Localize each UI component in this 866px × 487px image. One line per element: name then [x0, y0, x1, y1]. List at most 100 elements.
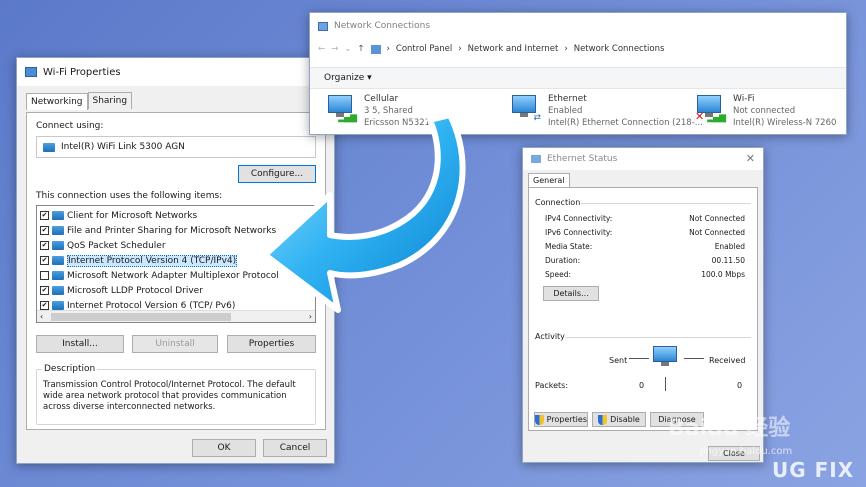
- adapter-name: Intel(R) WiFi Link 5300 AGN: [61, 142, 185, 152]
- ok-button[interactable]: OK: [192, 439, 256, 457]
- description-group: Description Transmission Control Protoco…: [36, 364, 316, 425]
- window-title: Network Connections: [334, 21, 431, 31]
- disable-button[interactable]: Disable: [592, 412, 646, 427]
- packets-label: Packets:: [535, 381, 569, 390]
- received-label: Received: [709, 356, 746, 365]
- uninstall-button[interactable]: Uninstall: [132, 335, 218, 353]
- item-label: Internet Protocol Version 4 (TCP/IPv4): [67, 254, 238, 267]
- control-panel-icon: [370, 44, 381, 54]
- scroll-thumb[interactable]: [51, 313, 231, 321]
- row-label: Speed:: [545, 270, 572, 279]
- tab-sharing[interactable]: Sharing: [87, 92, 133, 109]
- row-label: Duration:: [545, 256, 581, 265]
- sent-label: Sent: [609, 356, 628, 365]
- checkbox[interactable]: ✔: [40, 286, 49, 295]
- connection-status: Enabled: [548, 106, 583, 116]
- activity-section-label: Activity: [535, 332, 565, 341]
- row-value: 00.11.50: [711, 256, 745, 265]
- shield-icon: [535, 414, 544, 425]
- disconnected-icon: ✕: [695, 110, 705, 123]
- status-row: Duration: 00.11.50: [545, 256, 745, 265]
- status-row: IPv4 Connectivity: Not Connected: [545, 214, 745, 223]
- network-activity-icon: [653, 346, 679, 368]
- window-title: Wi-Fi Properties: [43, 66, 121, 78]
- connection-section-label: Connection: [535, 198, 581, 207]
- cancel-button[interactable]: Cancel: [263, 439, 327, 457]
- tab-networking[interactable]: Networking: [26, 93, 88, 110]
- row-label: IPv6 Connectivity:: [545, 228, 613, 237]
- tab-strip: Networking Sharing: [26, 92, 133, 110]
- items-label: This connection uses the following items…: [36, 191, 223, 201]
- network-client-icon: [52, 211, 64, 220]
- forward-icon[interactable]: →: [331, 44, 338, 54]
- adapter-icon: [43, 142, 55, 152]
- connection-wifi[interactable]: ✕ ▂▄▆ Wi-Fi Not connected Intel(R) Wireless…: [695, 93, 836, 129]
- wifi-properties-titlebar[interactable]: Wi-Fi Properties: [17, 58, 334, 86]
- up-icon[interactable]: ↑: [357, 44, 364, 54]
- checkbox[interactable]: ✔: [40, 226, 49, 235]
- curved-arrow-icon: [262, 112, 466, 313]
- item-label: Internet Protocol Version 6 (TCP/ Pv6): [67, 300, 236, 311]
- command-bar: Organize ▾: [310, 67, 846, 89]
- protocol-icon: [52, 271, 64, 280]
- checkbox[interactable]: [40, 271, 49, 280]
- ethernet-adapter-icon: ⇄: [510, 93, 541, 123]
- breadcrumb-network-internet[interactable]: Network and Internet: [468, 44, 559, 54]
- ugetfix-logo: UG FIX: [772, 458, 855, 482]
- network-connections-titlebar[interactable]: Network Connections: [310, 13, 846, 39]
- tab-general[interactable]: General: [528, 173, 570, 187]
- connection-name: Ethernet: [548, 94, 587, 104]
- wifi-adapter-icon: ✕ ▂▄▆: [695, 93, 726, 123]
- install-button[interactable]: Install...: [36, 335, 124, 353]
- row-value: 100.0 Mbps: [701, 270, 745, 279]
- checkbox[interactable]: ✔: [40, 211, 49, 220]
- description-title: Description: [42, 364, 98, 374]
- checkbox[interactable]: ✔: [40, 301, 49, 310]
- checkbox[interactable]: ✔: [40, 256, 49, 265]
- item-label: QoS Packet Scheduler: [67, 240, 166, 251]
- ethernet-status-titlebar[interactable]: Ethernet Status: [523, 148, 763, 170]
- item-label: File and Printer Sharing for Microsoft N…: [67, 225, 277, 236]
- connect-using-label: Connect using:: [36, 121, 104, 131]
- connection-device: Intel(R) Wireless-N 7260: [733, 118, 837, 128]
- connection-name: Wi-Fi: [733, 94, 755, 104]
- row-label: IPv4 Connectivity:: [545, 214, 613, 223]
- address-bar: ← → ⌄ ↑ › Control Panel › Network and In…: [310, 39, 846, 59]
- properties-button[interactable]: Properties: [534, 412, 588, 427]
- connection-ethernet[interactable]: ⇄ Ethernet Enabled Intel(R) Ethernet Conne…: [510, 93, 703, 129]
- status-row: IPv6 Connectivity: Not Connected: [545, 228, 745, 237]
- close-icon[interactable]: ✕: [746, 152, 755, 165]
- breadcrumb-control-panel[interactable]: Control Panel: [396, 44, 452, 54]
- jingyan-watermark: jingyan.baidu.com: [700, 446, 793, 457]
- network-service-icon: [52, 226, 64, 235]
- breadcrumb-separator-icon: ›: [458, 44, 462, 54]
- details-button[interactable]: Details...: [543, 286, 599, 301]
- shield-icon: [598, 414, 608, 425]
- protocol-icon: [52, 286, 64, 295]
- item-label: Client for Microsoft Networks: [67, 210, 198, 221]
- protocol-icon: [52, 301, 64, 310]
- status-row: Media State: Enabled: [545, 242, 745, 251]
- status-row: Speed: 100.0 Mbps: [545, 270, 745, 279]
- breadcrumb-network-connections[interactable]: Network Connections: [574, 44, 665, 54]
- row-value: Enabled: [714, 242, 745, 251]
- checkbox[interactable]: ✔: [40, 241, 49, 250]
- baidu-watermark: Baidu 经验: [668, 416, 791, 441]
- connection-device: Intel(R) Ethernet Connection (218-...: [548, 118, 703, 128]
- packets-sent-value: 0: [639, 381, 645, 390]
- packets-received-value: 0: [737, 381, 743, 390]
- breadcrumb-separator-icon: ›: [386, 44, 390, 54]
- button-label: Disable: [610, 415, 640, 424]
- properties-button[interactable]: Properties: [227, 335, 316, 353]
- back-icon[interactable]: ←: [318, 44, 325, 54]
- network-icon: [25, 67, 37, 77]
- scroll-left-icon[interactable]: ‹: [40, 312, 43, 321]
- connection-status: Not connected: [733, 106, 796, 116]
- row-value: Not Connected: [689, 214, 745, 223]
- item-label: Microsoft Network Adapter Multiplexor Pr…: [67, 270, 279, 281]
- item-label: Microsoft LLDP Protocol Driver: [67, 285, 203, 296]
- general-panel: Connection IPv4 Connectivity: Not Connect…: [528, 187, 758, 431]
- organize-menu[interactable]: Organize ▾: [324, 73, 372, 83]
- network-folder-icon: [318, 21, 328, 31]
- chevron-down-icon[interactable]: ⌄: [344, 44, 351, 54]
